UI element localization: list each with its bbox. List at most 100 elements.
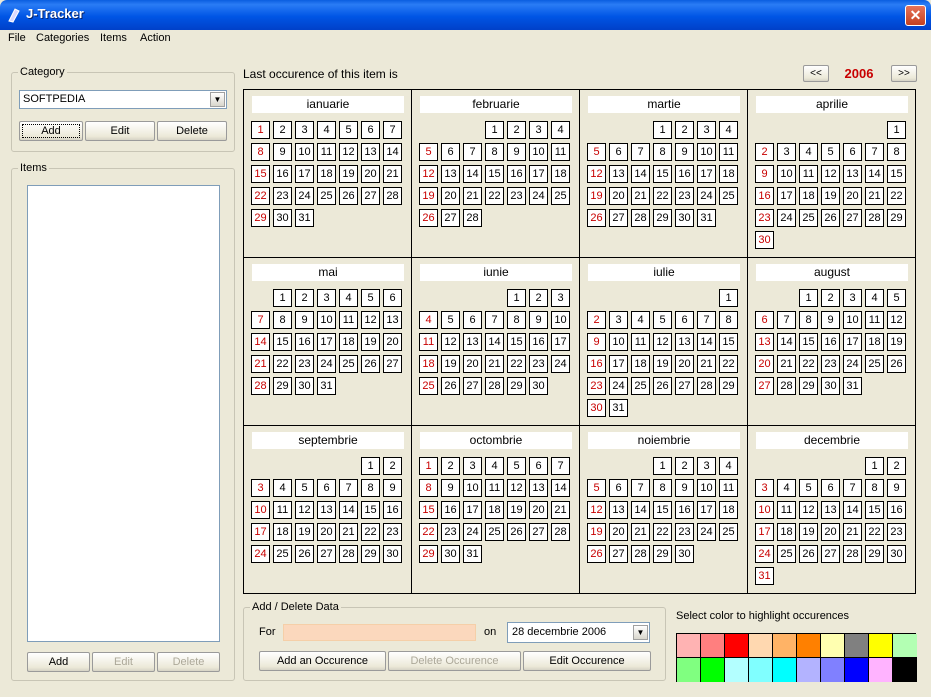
day-cell[interactable]: 7	[251, 311, 270, 329]
day-cell[interactable]: 14	[777, 333, 796, 351]
day-cell[interactable]: 20	[609, 187, 628, 205]
day-cell[interactable]: 28	[251, 377, 270, 395]
day-cell[interactable]: 14	[631, 501, 650, 519]
day-cell[interactable]: 1	[251, 121, 270, 139]
day-cell[interactable]: 21	[551, 501, 570, 519]
date-select[interactable]: 28 decembrie 2006 ▼	[507, 622, 650, 643]
day-cell[interactable]: 17	[529, 165, 548, 183]
day-cell[interactable]: 5	[339, 121, 358, 139]
day-cell[interactable]: 21	[339, 523, 358, 541]
day-cell[interactable]: 17	[697, 165, 716, 183]
day-cell[interactable]: 27	[529, 523, 548, 541]
day-cell[interactable]: 29	[273, 377, 292, 395]
day-cell[interactable]: 19	[419, 187, 438, 205]
day-cell[interactable]: 5	[821, 143, 840, 161]
day-cell[interactable]: 30	[441, 545, 460, 563]
day-cell[interactable]: 10	[295, 143, 314, 161]
day-cell[interactable]: 24	[777, 209, 796, 227]
day-cell[interactable]: 9	[675, 143, 694, 161]
day-cell[interactable]: 31	[463, 545, 482, 563]
day-cell[interactable]: 4	[719, 457, 738, 475]
day-cell[interactable]: 28	[463, 209, 482, 227]
day-cell[interactable]: 21	[865, 187, 884, 205]
day-cell[interactable]: 23	[295, 355, 314, 373]
day-cell[interactable]: 4	[551, 121, 570, 139]
color-swatch[interactable]	[701, 658, 725, 682]
day-cell[interactable]: 9	[507, 143, 526, 161]
delete-occurence-button[interactable]: Delete Occurence	[388, 651, 521, 671]
items-edit-button[interactable]: Edit	[92, 652, 155, 672]
day-cell[interactable]: 30	[675, 209, 694, 227]
day-cell[interactable]: 12	[339, 143, 358, 161]
day-cell[interactable]: 25	[719, 187, 738, 205]
day-cell[interactable]: 23	[821, 355, 840, 373]
day-cell[interactable]: 29	[887, 209, 906, 227]
day-cell[interactable]: 30	[755, 231, 774, 249]
day-cell[interactable]: 8	[719, 311, 738, 329]
day-cell[interactable]: 3	[777, 143, 796, 161]
day-cell[interactable]: 22	[653, 523, 672, 541]
color-swatch[interactable]	[869, 658, 893, 682]
category-select[interactable]: SOFTPEDIA ▼	[19, 90, 227, 109]
day-cell[interactable]: 26	[653, 377, 672, 395]
day-cell[interactable]: 6	[441, 143, 460, 161]
color-swatch[interactable]	[677, 634, 701, 658]
day-cell[interactable]: 5	[295, 479, 314, 497]
day-cell[interactable]: 20	[755, 355, 774, 373]
day-cell[interactable]: 19	[821, 187, 840, 205]
day-cell[interactable]: 12	[821, 165, 840, 183]
day-cell[interactable]: 3	[755, 479, 774, 497]
day-cell[interactable]: 19	[361, 333, 380, 351]
day-cell[interactable]: 13	[843, 165, 862, 183]
day-cell[interactable]: 16	[441, 501, 460, 519]
day-cell[interactable]: 12	[587, 165, 606, 183]
day-cell[interactable]: 7	[383, 121, 402, 139]
day-cell[interactable]: 3	[697, 457, 716, 475]
day-cell[interactable]: 16	[295, 333, 314, 351]
day-cell[interactable]: 18	[273, 523, 292, 541]
day-cell[interactable]: 23	[507, 187, 526, 205]
day-cell[interactable]: 6	[609, 479, 628, 497]
day-cell[interactable]: 10	[551, 311, 570, 329]
day-cell[interactable]: 16	[529, 333, 548, 351]
day-cell[interactable]: 1	[419, 457, 438, 475]
day-cell[interactable]: 27	[821, 545, 840, 563]
day-cell[interactable]: 7	[697, 311, 716, 329]
day-cell[interactable]: 26	[507, 523, 526, 541]
day-cell[interactable]: 22	[653, 187, 672, 205]
menu-file[interactable]: File	[8, 32, 26, 44]
day-cell[interactable]: 17	[251, 523, 270, 541]
day-cell[interactable]: 28	[485, 377, 504, 395]
day-cell[interactable]: 26	[799, 545, 818, 563]
day-cell[interactable]: 26	[587, 209, 606, 227]
day-cell[interactable]: 16	[675, 501, 694, 519]
day-cell[interactable]: 19	[441, 355, 460, 373]
day-cell[interactable]: 26	[361, 355, 380, 373]
day-cell[interactable]: 10	[609, 333, 628, 351]
day-cell[interactable]: 30	[587, 399, 606, 417]
day-cell[interactable]: 28	[631, 545, 650, 563]
day-cell[interactable]: 30	[295, 377, 314, 395]
day-cell[interactable]: 3	[295, 121, 314, 139]
day-cell[interactable]: 21	[777, 355, 796, 373]
day-cell[interactable]: 7	[777, 311, 796, 329]
day-cell[interactable]: 24	[251, 545, 270, 563]
day-cell[interactable]: 18	[317, 165, 336, 183]
day-cell[interactable]: 9	[587, 333, 606, 351]
day-cell[interactable]: 11	[865, 311, 884, 329]
day-cell[interactable]: 5	[587, 143, 606, 161]
day-cell[interactable]: 17	[843, 333, 862, 351]
day-cell[interactable]: 24	[529, 187, 548, 205]
day-cell[interactable]: 5	[441, 311, 460, 329]
day-cell[interactable]: 7	[551, 457, 570, 475]
day-cell[interactable]: 29	[865, 545, 884, 563]
day-cell[interactable]: 13	[529, 479, 548, 497]
color-swatch[interactable]	[701, 634, 725, 658]
color-swatch[interactable]	[725, 658, 749, 682]
day-cell[interactable]: 14	[697, 333, 716, 351]
day-cell[interactable]: 19	[295, 523, 314, 541]
day-cell[interactable]: 15	[507, 333, 526, 351]
day-cell[interactable]: 20	[317, 523, 336, 541]
day-cell[interactable]: 18	[485, 501, 504, 519]
day-cell[interactable]: 2	[587, 311, 606, 329]
